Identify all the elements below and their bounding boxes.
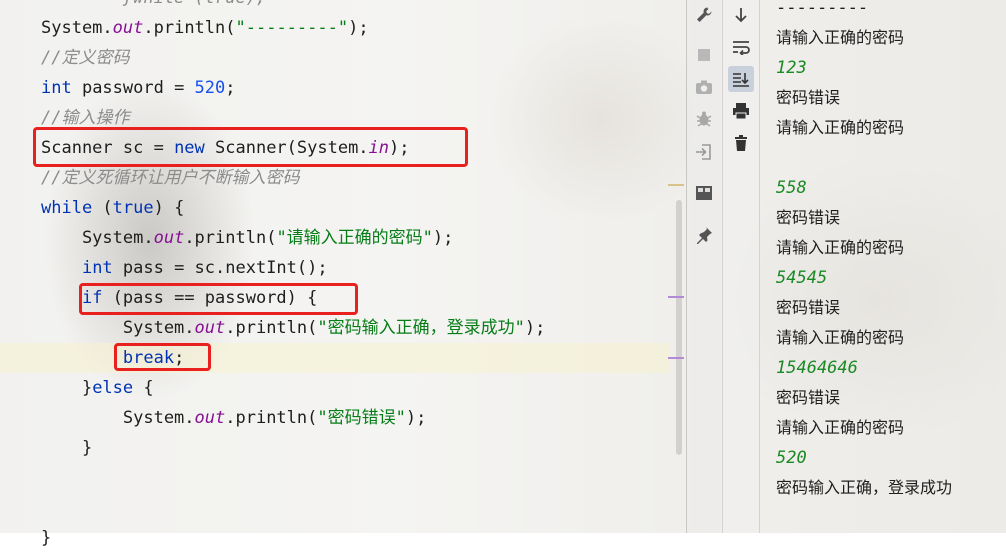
console-output-line: 请输入正确的密码 bbox=[776, 28, 905, 47]
code-token: true bbox=[112, 198, 154, 218]
code-token: out bbox=[194, 318, 226, 338]
console-output-line: 密码错误 bbox=[776, 298, 841, 317]
code-token: 520 bbox=[194, 78, 226, 98]
console-input-line: 520 bbox=[776, 448, 807, 468]
print-icon[interactable] bbox=[728, 98, 754, 124]
console-input-line: 54545 bbox=[776, 268, 828, 288]
code-token: }while (true); bbox=[41, 0, 266, 8]
code-token: pass = sc.nextInt(); bbox=[112, 258, 328, 278]
scroll-to-end-icon[interactable] bbox=[728, 66, 754, 92]
code-token: "请输入正确的密码" bbox=[276, 228, 433, 248]
code-line: //定义密码 bbox=[41, 43, 129, 73]
code-token: "密码输入正确，登录成功" bbox=[317, 318, 525, 338]
code-token: "密码错误" bbox=[317, 408, 406, 428]
code-token: password = bbox=[71, 78, 195, 98]
code-token: ; bbox=[225, 78, 236, 98]
code-token: .println( bbox=[184, 228, 277, 248]
code-token: .println( bbox=[225, 408, 318, 428]
code-line: }else { bbox=[41, 373, 154, 403]
code-line: int pass = sc.nextInt(); bbox=[41, 253, 328, 283]
highlight-box-if bbox=[79, 283, 358, 315]
console-output-line: 密码错误 bbox=[776, 388, 841, 407]
code-token: int bbox=[81, 258, 113, 278]
console-output-line: 密码输入正确，登录成功 bbox=[776, 478, 953, 497]
console-output-line: 请输入正确的密码 bbox=[776, 418, 905, 437]
code-token: .println( bbox=[225, 318, 318, 338]
code-token: ); bbox=[348, 18, 369, 38]
code-token: out bbox=[194, 408, 226, 428]
code-token: } bbox=[41, 528, 52, 548]
code-token: ); bbox=[432, 228, 454, 248]
pin-icon[interactable] bbox=[691, 222, 717, 248]
code-token: System. bbox=[41, 408, 195, 428]
code-token: ) { bbox=[153, 198, 185, 218]
highlight-box-break bbox=[114, 343, 211, 371]
code-token: "---------" bbox=[235, 18, 349, 38]
scroll-down-icon[interactable] bbox=[728, 2, 754, 28]
trash-icon[interactable] bbox=[728, 130, 754, 156]
debug-icon[interactable] bbox=[691, 106, 717, 132]
code-token: } bbox=[41, 438, 93, 458]
code-token: int bbox=[41, 78, 72, 98]
stop-icon[interactable] bbox=[691, 42, 717, 68]
code-line: }while (true); bbox=[41, 0, 266, 13]
code-token: .println( bbox=[143, 18, 236, 38]
wrench-icon[interactable] bbox=[691, 2, 717, 28]
code-line: int password = 520; bbox=[41, 73, 236, 103]
code-token: System. bbox=[41, 228, 154, 248]
run-console-output[interactable]: --------- 请输入正确的密码 123 密码错误 请输入正确的密码 558 密码错误请… bbox=[760, 0, 1006, 533]
code-token: //定义密码 bbox=[41, 48, 130, 68]
code-token: ); bbox=[405, 408, 427, 428]
code-line: //定义死循环让用户不断输入密码 bbox=[41, 163, 299, 193]
code-editor[interactable]: }while (true);System.out.println("------… bbox=[0, 0, 686, 548]
run-toolbar-left bbox=[687, 0, 721, 533]
editor-scroll-thumb[interactable] bbox=[676, 200, 682, 455]
soft-wrap-icon[interactable] bbox=[728, 34, 754, 60]
code-token: System. bbox=[41, 318, 195, 338]
scrollbar-marker bbox=[668, 184, 684, 186]
code-token: out bbox=[153, 228, 185, 248]
camera-icon[interactable] bbox=[691, 74, 717, 100]
console-output-line: 请输入正确的密码 bbox=[776, 238, 905, 257]
console-output-line: 请输入正确的密码 bbox=[776, 328, 905, 347]
code-line: System.out.println("密码错误"); bbox=[41, 403, 426, 433]
console-output-line: --------- bbox=[776, 0, 869, 18]
run-toolbar-right bbox=[722, 0, 760, 533]
code-token: //定义死循环让用户不断输入密码 bbox=[41, 168, 300, 188]
code-token: out bbox=[112, 18, 144, 38]
scrollbar-marker bbox=[668, 296, 684, 298]
console-input-line: 123 bbox=[776, 58, 807, 78]
code-token: else bbox=[92, 378, 134, 398]
code-line: System.out.println("请输入正确的密码"); bbox=[41, 223, 453, 253]
scrollbar-marker bbox=[668, 357, 684, 359]
highlight-box-scanner bbox=[33, 127, 468, 167]
login-icon[interactable] bbox=[691, 139, 717, 165]
code-token: while bbox=[41, 198, 93, 218]
code-line: } bbox=[41, 433, 92, 463]
code-line: } bbox=[41, 523, 51, 553]
code-line: System.out.println("密码输入正确，登录成功"); bbox=[41, 313, 545, 343]
code-token: } bbox=[41, 378, 93, 398]
console-input-line: 558 bbox=[776, 178, 807, 198]
console-input-line: 15464646 bbox=[776, 358, 858, 378]
console-output-line: 密码错误 bbox=[776, 208, 841, 227]
code-token: ); bbox=[524, 318, 546, 338]
console-output-line: 密码错误 bbox=[776, 88, 841, 107]
layout-icon[interactable] bbox=[691, 180, 717, 206]
code-line: System.out.println("---------"); bbox=[41, 13, 369, 43]
code-line: while (true) { bbox=[41, 193, 184, 223]
code-token: ( bbox=[92, 198, 113, 218]
console-output-line: 请输入正确的密码 bbox=[776, 118, 905, 137]
code-token: //输入操作 bbox=[41, 108, 130, 128]
code-token: System. bbox=[41, 18, 113, 38]
code-token: { bbox=[133, 378, 154, 398]
